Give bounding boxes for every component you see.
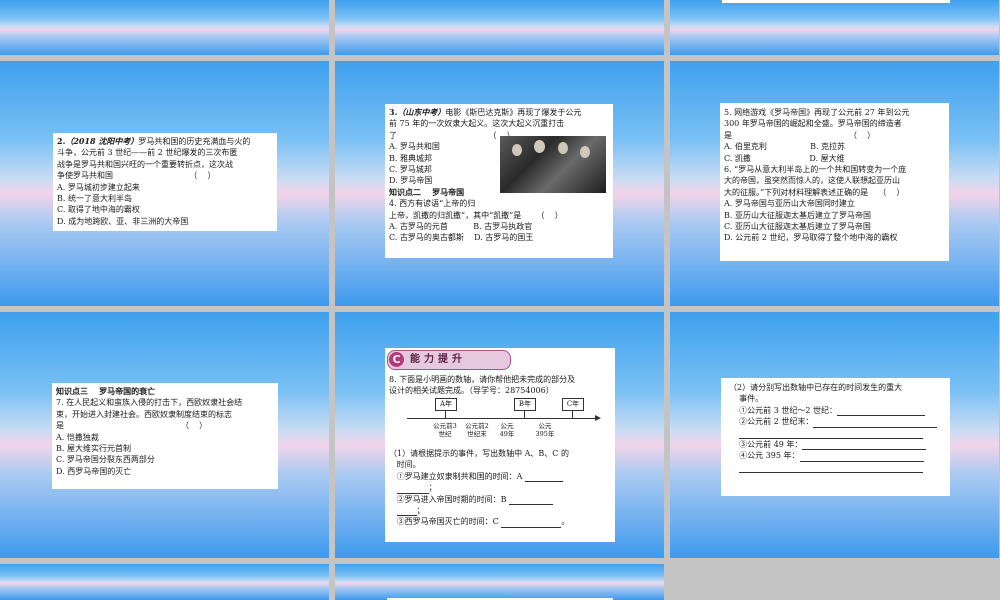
axis-arrow-icon [595, 415, 601, 421]
answer-line-c[interactable]: ③西罗马帝国灭亡的时间：C 。 [389, 516, 615, 528]
slide-thumbnail-10[interactable] [0, 564, 329, 600]
option-b: B. 屋大维实行元首制 [56, 444, 131, 454]
question-8-line: 8. 下面是小明画的数轴，请你帮他把未完成的部分及 [389, 375, 576, 384]
option-a: A. 罗马帝国与亚历山大帝国同时建立 [724, 199, 855, 209]
option-d: D. 公元前 2 世纪，罗马取得了整个地中海的霸权 [724, 233, 898, 243]
slide-thumbnail-4[interactable]: 2.（2018 沈阳中考）罗马共和国的历史充满血与火的 斗争，公元前 3 世纪—… [0, 61, 329, 306]
question-card: 2.（2018 沈阳中考）罗马共和国的历史充满血与火的 斗争，公元前 3 世纪—… [53, 133, 277, 231]
slide-thumbnail-9[interactable]: （2）请分别写出数轴中已存在的时间发生的重大 事件。 ①公元前 3 世纪～2 世… [670, 312, 999, 558]
option-d: D. 成为地跨欧、亚、非三洲的大帝国 [57, 216, 189, 226]
question-card: 3.（山东中考）电影《斯巴达克斯》再现了爆发于公元 前 75 年的一次奴隶大起义… [385, 104, 613, 258]
question-7-line: 是 （ ） [56, 421, 208, 431]
slide-thumbnail-1[interactable] [0, 0, 329, 55]
question-5-options: A. 伯里克利 B. 克拉苏 [724, 142, 846, 152]
axis-tick-1: 公元前3 世纪 [433, 422, 457, 438]
question-6-line: 6. “罗马从意大利半岛上的一个共和国转变为一个庞 [724, 165, 907, 175]
question-3-line: 3.（山东中考）电影《斯巴达克斯》再现了爆发于公元 [389, 107, 582, 117]
question-5-options: C. 凯撒 D. 屋大维 [724, 153, 845, 163]
answer-line-2[interactable]: ②公元前 2 世纪末： [729, 416, 950, 428]
slide-thumbnail-7[interactable]: 知识点三 罗马帝国的衰亡 7. 在人民起义和蛮族入侵的打击下，西欧奴隶社会结 束… [0, 312, 329, 558]
question-6-line: 大的征服。”下列对材料理解表述正确的是 （ ） [724, 187, 905, 197]
answer-line-4[interactable]: ④公元 395 年： [729, 450, 950, 462]
slide-thumbnail-11[interactable] [335, 564, 664, 600]
section-heading: 知识点三 罗马帝国的衰亡 [56, 386, 156, 396]
answer-line-a[interactable]: ①罗马建立奴隶制共和国的时间：A [389, 471, 615, 483]
slide-thumbnail-3[interactable] [670, 0, 999, 55]
answer-line-2-cont[interactable] [729, 428, 950, 440]
axis-box-a: A年 [435, 398, 457, 411]
sub-question-2-line: （2）请分别写出数轴中已存在的时间发生的重大 [729, 383, 903, 392]
question-6-line: 大的帝国，虽突然而惊人的，这使人联想起亚历山 [724, 176, 900, 186]
slide-3-card-edge [722, 0, 950, 3]
axis-box-b: B年 [514, 398, 536, 411]
sub-question-1-line: 时间。 [396, 460, 421, 470]
slide-thumbnail-2[interactable] [335, 0, 664, 55]
question-card: 知识点三 罗马帝国的衰亡 7. 在人民起义和蛮族入侵的打击下，西欧奴隶社会结 束… [52, 383, 278, 489]
answer-line-b[interactable]: ②罗马进入帝国时期的时间：B [389, 494, 615, 506]
option-a: A. 罗马城初步建立起来 [57, 182, 140, 192]
answer-line-3[interactable]: ③公元前 49 年： [729, 439, 950, 451]
question-card: （2）请分别写出数轴中已存在的时间发生的重大 事件。 ①公元前 3 世纪～2 世… [721, 378, 950, 496]
slide-thumbnail-5[interactable]: 3.（山东中考）电影《斯巴达克斯》再现了爆发于公元 前 75 年的一次奴隶大起义… [335, 61, 664, 306]
question-5-line: 是 （ ） [724, 130, 876, 140]
banner-letter: C [389, 352, 404, 367]
option-c: C. 取得了地中海的霸权 [57, 205, 140, 215]
sub-question-1-line: （1）请根据提示的事件，写出数轴中 A、B、C 的 [389, 449, 569, 458]
axis-line [407, 418, 597, 419]
answer-line-a-cont[interactable]: ； [389, 482, 615, 494]
answer-line-4-cont[interactable] [729, 462, 950, 474]
question-2-line: 斗争，公元前 3 世纪——前 2 世纪爆发的三次布匿 [57, 148, 238, 158]
answer-line-1[interactable]: ①公元前 3 世纪～2 世纪： [729, 405, 950, 417]
option-a: A. 恺撒独裁 [56, 432, 99, 442]
axis-tick-4: 公元 395年 [535, 422, 555, 438]
timeline-axis: A年 B年 C年 公元前3 世纪 公元前2 世纪末 公元 49年 公元 395年 [407, 398, 607, 448]
gladiators-photo [500, 136, 606, 193]
slide-thumbnail-8[interactable]: C 能力提升 8. 下面是小明画的数轴，请你帮他把未完成的部分及 设计的相关试题… [335, 312, 664, 558]
question-4-options: A. 古罗马的元首 B. 古罗马执政官 [389, 222, 533, 232]
question-7-line: 束，开始进入封建社会。西欧奴隶制度结束的标志 [56, 409, 232, 419]
slide-thumbnail-6[interactable]: 5. 网络游戏《罗马帝国》再现了公元前 27 年到公元 300 年罗马帝国的崛起… [670, 61, 999, 306]
sub-question-2-line: 事件。 [739, 394, 764, 404]
option-b: B. 亚历山大征服迦太基后建立了罗马帝国 [724, 210, 871, 220]
ability-banner: C 能力提升 [387, 350, 511, 370]
question-5-line: 5. 网络游戏《罗马帝国》再现了公元前 27 年到公元 [724, 108, 910, 117]
question-4-line: 上帝，凯撒的归凯撒”，其中“凯撒”是 （ ） [389, 210, 563, 220]
option-b: B. 统一了意大利半岛 [57, 194, 132, 204]
question-4-line: 4. 西方有谚语“上帝的归 [389, 199, 476, 209]
question-2-line: 2.（2018 沈阳中考）罗马共和国的历史充满血与火的 [57, 136, 251, 146]
axis-tick-2: 公元前2 世纪末 [465, 422, 489, 438]
option-c: C. 亚历山大征服迦太基后建立了罗马帝国 [724, 222, 871, 232]
option-c: C. 罗马帝国分裂东西两部分 [56, 455, 155, 465]
question-3-line: 前 75 年的一次奴隶大起义。这次大起义沉重打击 [389, 119, 565, 129]
question-4-options: C. 古罗马的奥古都斯 D. 古罗马的国王 [389, 233, 534, 243]
banner-title: 能力提升 [410, 354, 466, 365]
question-2-line: 争使罗马共和国 （ ） [57, 171, 216, 181]
question-2-line: 战争是罗马共和国兴旺的一个重要转折点，这次战 [57, 159, 233, 169]
question-card: 5. 网络游戏《罗马帝国》再现了公元前 27 年到公元 300 年罗马帝国的崛起… [720, 103, 949, 261]
question-card: C 能力提升 8. 下面是小明画的数轴，请你帮他把未完成的部分及 设计的相关试题… [385, 348, 615, 542]
axis-tick-3: 公元 49年 [499, 422, 515, 438]
question-5-line: 300 年罗马帝国的崛起和全盛。罗马帝国的缔造者 [724, 119, 902, 129]
question-8-line: 设计的相关试题完成。（导学号：28754006） [389, 386, 554, 396]
axis-box-c: C年 [562, 398, 584, 411]
option-d: D. 西罗马帝国的灭亡 [56, 466, 132, 476]
question-7-line: 7. 在人民起义和蛮族入侵的打击下，西欧奴隶社会结 [56, 398, 243, 408]
answer-line-b-cont[interactable]: ； [389, 505, 615, 517]
